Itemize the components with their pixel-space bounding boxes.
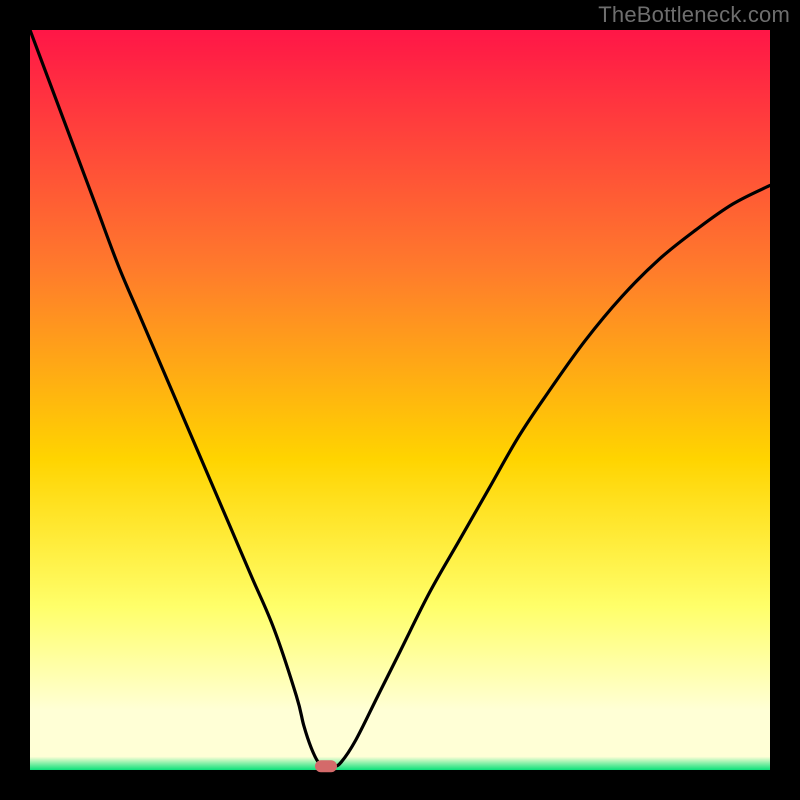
chart-svg xyxy=(0,0,800,800)
plot-background xyxy=(30,30,770,770)
chart-frame: TheBottleneck.com xyxy=(0,0,800,800)
watermark-text: TheBottleneck.com xyxy=(598,2,790,28)
optimal-marker xyxy=(315,760,337,772)
